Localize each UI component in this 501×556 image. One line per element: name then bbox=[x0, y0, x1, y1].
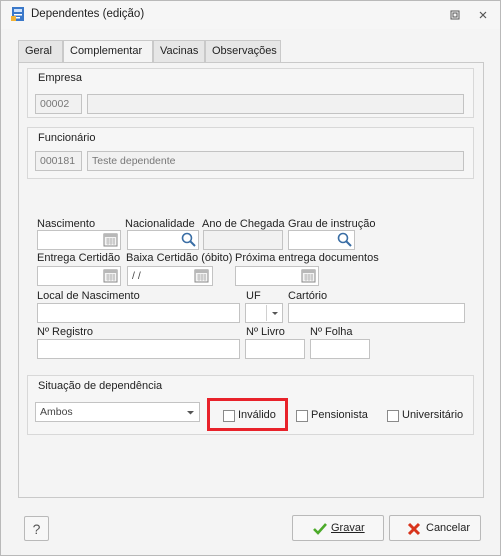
empresa-label: Empresa bbox=[38, 72, 83, 84]
ano-chegada-label: Ano de Chegada bbox=[202, 218, 285, 230]
entrega-certidao-label: Entrega Certidão bbox=[37, 252, 121, 264]
n-livro-field[interactable] bbox=[245, 339, 305, 359]
funcionario-label: Funcionário bbox=[38, 132, 96, 144]
cartorio-label: Cartório bbox=[288, 290, 328, 302]
tab-observacoes[interactable]: Observações bbox=[205, 40, 281, 62]
pensionista-label[interactable]: Pensionista bbox=[311, 409, 368, 421]
tab-vacinas[interactable]: Vacinas bbox=[153, 40, 205, 62]
nacionalidade-label: Nacionalidade bbox=[125, 218, 195, 230]
local-nascimento-field[interactable] bbox=[37, 303, 240, 323]
funcionario-name-field[interactable]: Teste dependente bbox=[87, 151, 464, 171]
tab-complementar[interactable]: Complementar bbox=[63, 40, 153, 63]
tab-geral[interactable]: Geral bbox=[18, 40, 63, 62]
window-title: Dependentes (edição) bbox=[31, 8, 145, 20]
gravar-label: Gravar bbox=[331, 522, 365, 534]
cancelar-label: Cancelar bbox=[426, 522, 471, 534]
cancel-x-icon bbox=[407, 522, 421, 536]
chevron-down-icon[interactable] bbox=[183, 404, 198, 420]
cartorio-field[interactable] bbox=[288, 303, 465, 323]
pensionista-checkbox[interactable] bbox=[296, 410, 308, 422]
n-registro-field[interactable] bbox=[37, 339, 240, 359]
baixa-certidao-label: Baixa Certidão (óbito) bbox=[126, 252, 233, 264]
empresa-code-field[interactable]: 00002 bbox=[35, 94, 82, 114]
situacao-label: Situação de dependência bbox=[38, 380, 163, 392]
search-icon[interactable] bbox=[336, 231, 353, 248]
calendar-icon[interactable] bbox=[194, 268, 210, 284]
proxima-entrega-label: Próxima entrega documentos bbox=[235, 252, 379, 264]
gravar-button[interactable]: Gravar bbox=[292, 515, 384, 541]
chevron-down-icon[interactable] bbox=[266, 305, 281, 321]
n-livro-label: Nº Livro bbox=[246, 326, 285, 338]
uf-label: UF bbox=[246, 290, 261, 302]
help-button[interactable]: ? bbox=[24, 516, 49, 541]
nascimento-label: Nascimento bbox=[37, 218, 96, 230]
situacao-select[interactable]: Ambos bbox=[35, 402, 200, 422]
n-registro-label: Nº Registro bbox=[37, 326, 93, 338]
local-nascimento-label: Local de Nascimento bbox=[37, 290, 140, 302]
grau-instrucao-label: Grau de instrução bbox=[288, 218, 376, 230]
n-folha-label: Nº Folha bbox=[310, 326, 353, 338]
restore-icon[interactable] bbox=[450, 10, 460, 20]
calendar-icon[interactable] bbox=[301, 268, 317, 284]
invalido-checkbox[interactable] bbox=[223, 410, 235, 422]
check-icon bbox=[313, 522, 327, 536]
cancelar-button[interactable]: Cancelar bbox=[389, 515, 481, 541]
close-icon[interactable] bbox=[478, 10, 488, 20]
title-bar: Dependentes (edição) bbox=[1, 1, 500, 29]
universitario-checkbox[interactable] bbox=[387, 410, 399, 422]
funcionario-code-field[interactable]: 000181 bbox=[35, 151, 82, 171]
calendar-icon[interactable] bbox=[103, 232, 119, 248]
invalido-label[interactable]: Inválido bbox=[238, 409, 276, 421]
universitario-label[interactable]: Universitário bbox=[402, 409, 463, 421]
search-icon[interactable] bbox=[180, 231, 197, 248]
ano-chegada-field bbox=[203, 230, 283, 250]
empresa-name-field[interactable] bbox=[87, 94, 464, 114]
n-folha-field[interactable] bbox=[310, 339, 370, 359]
app-icon bbox=[10, 6, 26, 22]
calendar-icon[interactable] bbox=[103, 268, 119, 284]
tab-bar: Geral Complementar Vacinas Observações bbox=[18, 40, 288, 63]
